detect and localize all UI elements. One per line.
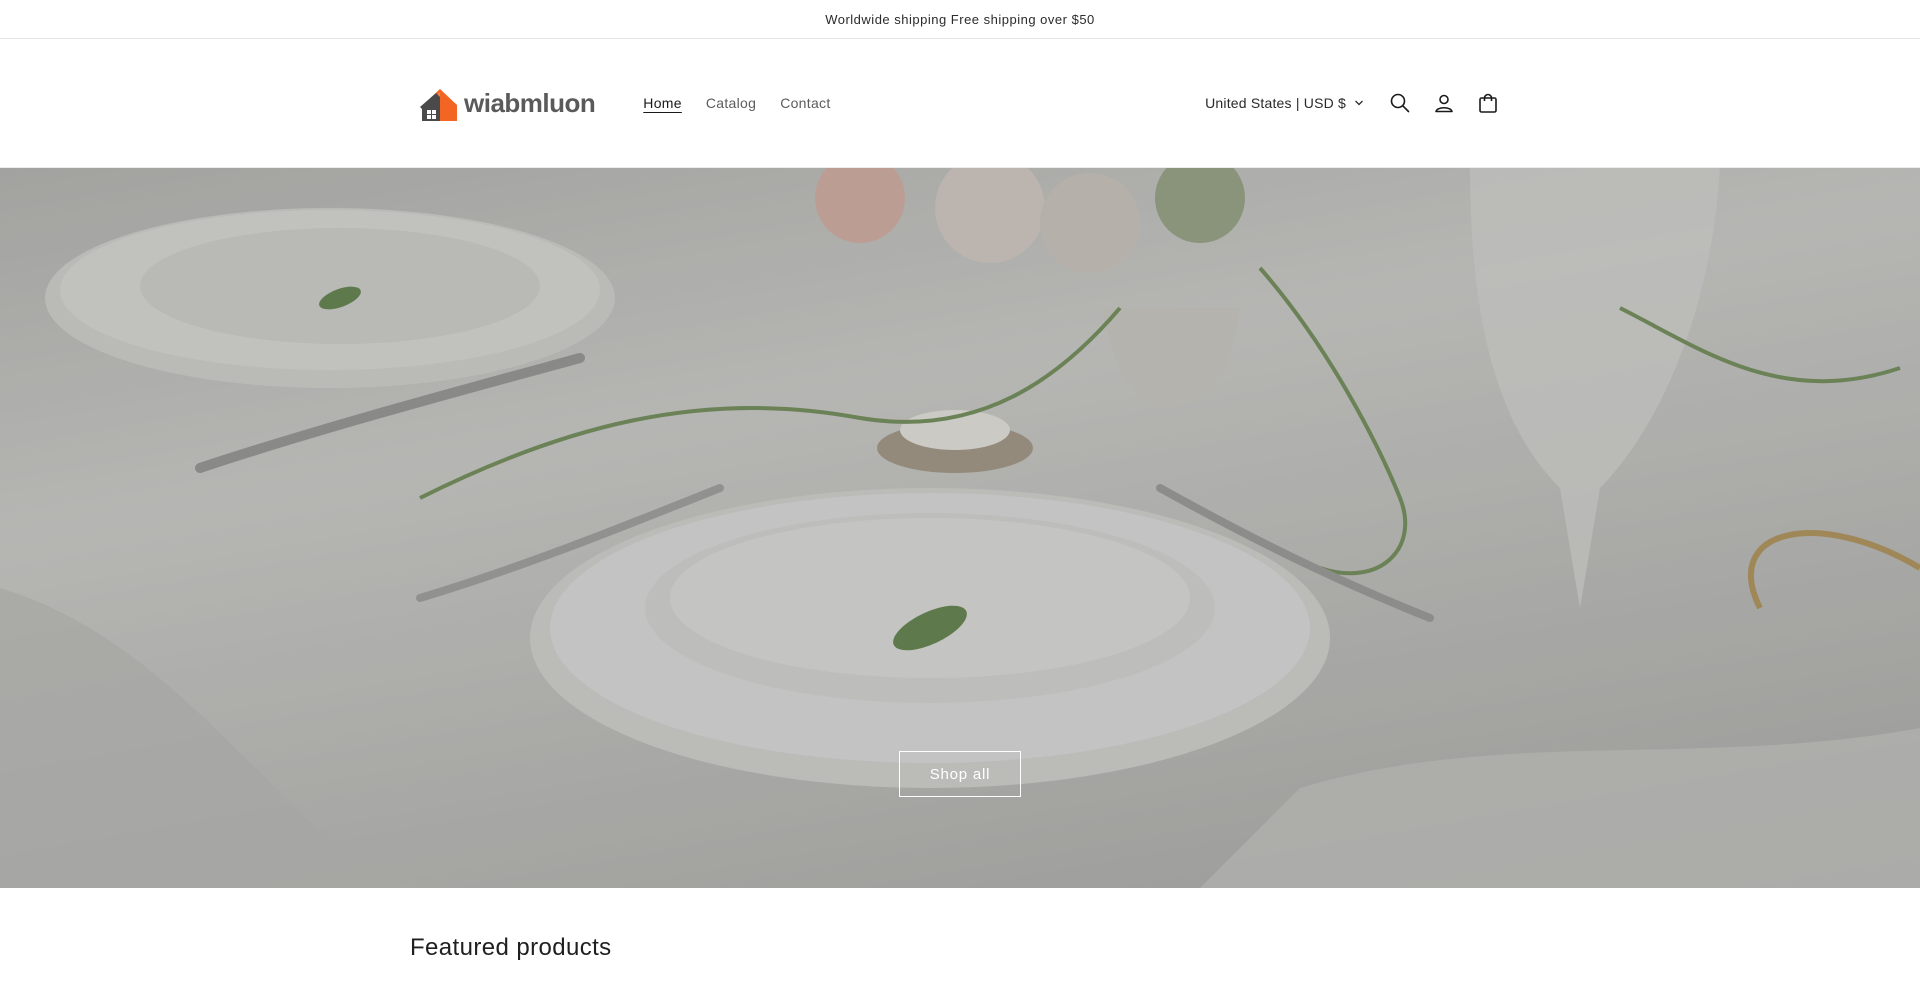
account-icon bbox=[1435, 94, 1453, 113]
cart-button[interactable] bbox=[1466, 81, 1510, 125]
featured-products-section: Featured products bbox=[0, 888, 1920, 962]
search-button[interactable] bbox=[1378, 81, 1422, 125]
featured-products-title: Featured products bbox=[410, 934, 612, 961]
hero-banner: Shop all bbox=[0, 168, 1920, 888]
country-currency-selector[interactable]: United States | USD $ bbox=[1205, 95, 1364, 111]
shop-all-button[interactable]: Shop all bbox=[899, 751, 1021, 797]
account-button[interactable] bbox=[1422, 81, 1466, 125]
nav-home[interactable]: Home bbox=[643, 95, 682, 111]
main-nav: Home Catalog Contact bbox=[643, 95, 830, 111]
country-currency-label: United States | USD $ bbox=[1205, 95, 1346, 111]
cart-icon bbox=[1479, 93, 1497, 113]
logo[interactable]: wiabmluon bbox=[420, 83, 596, 123]
logo-house-icon bbox=[420, 89, 457, 121]
chevron-down-icon bbox=[1355, 100, 1363, 106]
search-icon bbox=[1390, 93, 1410, 113]
logo-text: wiabmluon bbox=[464, 87, 596, 118]
site-header: wiabmluon Home Catalog Contact United St… bbox=[0, 39, 1920, 168]
nav-catalog[interactable]: Catalog bbox=[706, 95, 756, 111]
announcement-bar: Worldwide shipping Free shipping over $5… bbox=[0, 0, 1920, 39]
nav-contact[interactable]: Contact bbox=[780, 95, 830, 111]
announcement-text: Worldwide shipping Free shipping over $5… bbox=[825, 11, 1095, 27]
